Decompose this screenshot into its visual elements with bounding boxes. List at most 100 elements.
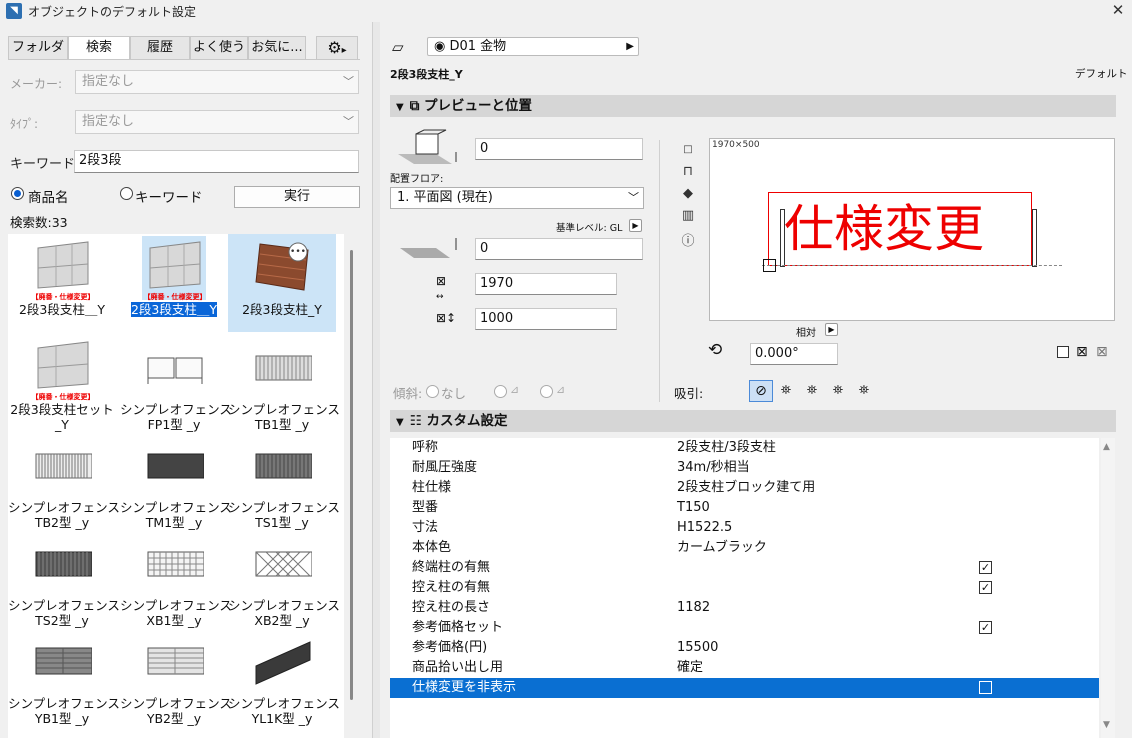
keyword-input[interactable]: 2段3段: [74, 150, 359, 173]
table-row[interactable]: 柱仕様 2段支柱ブロック建て用: [390, 478, 1099, 498]
execute-button[interactable]: 実行: [234, 186, 360, 208]
slope-option-radio[interactable]: [540, 385, 553, 398]
view-3d-icon[interactable]: ◆: [680, 186, 696, 202]
item-caption: 2段3段支柱セット _Y: [10, 402, 114, 432]
list-item[interactable]: シンプレオフェンス TB1型 _y: [228, 334, 340, 432]
fence-thumbnail: [255, 551, 312, 577]
scrollbar[interactable]: [350, 250, 353, 700]
snap-center-icon[interactable]: ⛯: [778, 383, 794, 399]
scroll-down-icon[interactable]: ▼: [1103, 720, 1110, 730]
view-2d-icon[interactable]: □: [680, 142, 696, 158]
tab-search[interactable]: 検索: [68, 36, 130, 60]
item-caption: シンプレオフェンス TB1型 _y: [228, 402, 340, 432]
mirror-alt-icon[interactable]: ⊠: [1096, 344, 1108, 360]
table-row[interactable]: 耐風圧強度 34m/秒相当: [390, 458, 1099, 478]
view-section-icon[interactable]: ▥: [680, 208, 696, 224]
close-icon[interactable]: ✕: [1108, 0, 1128, 20]
table-row[interactable]: 参考価格セット ✓: [390, 618, 1099, 638]
row-key: 控え柱の有無: [412, 580, 491, 595]
maker-select[interactable]: 指定なし ﹀: [75, 70, 359, 94]
table-row[interactable]: 終端柱の有無 ✓: [390, 558, 1099, 578]
list-item[interactable]: シンプレオフェンス TS1型 _y: [228, 432, 340, 530]
scrollbar[interactable]: ▲ ▼: [1101, 438, 1115, 738]
slope-none-radio[interactable]: [426, 385, 439, 398]
table-row[interactable]: 寸法 H1522.5: [390, 518, 1099, 538]
view-plan-icon[interactable]: ⊓: [680, 164, 696, 180]
table-row[interactable]: 型番 T150: [390, 498, 1099, 518]
row-key: 型番: [412, 500, 439, 515]
post-left: [780, 209, 785, 267]
preview-icon: ⧉: [409, 98, 420, 114]
list-item[interactable]: 【廃番・仕様変更】 2段3段支柱＿Y: [120, 234, 228, 332]
list-item[interactable]: 【廃番・仕様変更】 2段3段支柱＿Y: [8, 234, 116, 332]
list-item[interactable]: シンプレオフェンス TB2型 _y: [8, 432, 120, 530]
table-row[interactable]: 控え柱の長さ 1182: [390, 598, 1099, 618]
panel-splitter[interactable]: [372, 22, 380, 738]
relative-label: 相対: [796, 328, 816, 339]
list-item[interactable]: シンプレオフェンス YL1K型 _y: [228, 628, 340, 726]
fence-thumbnail: [147, 551, 204, 577]
item-caption: 2段3段支柱＿Y: [18, 302, 106, 317]
table-row[interactable]: 参考価格(円) 15500: [390, 638, 1099, 658]
list-item[interactable]: シンプレオフェンス YB2型 _y: [120, 628, 232, 726]
radio-keyword[interactable]: [120, 187, 133, 200]
mirror-icon[interactable]: ⊠: [1076, 344, 1088, 360]
tab-folder[interactable]: フォルダ: [8, 36, 68, 60]
row-checkbox[interactable]: [979, 681, 992, 694]
origin-marker: [763, 259, 776, 272]
fence-thumbnail: [255, 453, 312, 479]
elevation-input[interactable]: 0: [475, 238, 643, 260]
tab-history[interactable]: 履歴: [130, 36, 190, 60]
width-input[interactable]: 1970: [475, 273, 617, 295]
row-key: 参考価格(円): [412, 640, 488, 655]
tab-favorites[interactable]: お気に...: [248, 36, 306, 60]
gear-icon[interactable]: ⚙▸: [316, 36, 358, 60]
offset-input[interactable]: 0: [475, 138, 643, 160]
radio-product-name[interactable]: [11, 187, 24, 200]
row-checkbox[interactable]: ✓: [979, 581, 992, 594]
snap-right-icon[interactable]: ⛯: [830, 383, 846, 399]
table-row[interactable]: 仕様変更を非表示: [390, 678, 1099, 698]
list-item[interactable]: 【廃番・仕様変更】 2段3段支柱セット _Y: [8, 334, 116, 432]
snap-base-icon[interactable]: ⛯: [856, 383, 872, 399]
item-caption: 2段3段支柱_Y: [242, 302, 322, 317]
list-item[interactable]: シンプレオフェンス TS2型 _y: [8, 530, 120, 628]
angle-input[interactable]: 0.000°: [750, 343, 838, 365]
scroll-up-icon[interactable]: ▲: [1103, 442, 1110, 452]
tab-frequent[interactable]: よく使う: [190, 36, 248, 60]
list-item[interactable]: ••• 2段3段支柱_Y: [228, 234, 336, 332]
floor-select[interactable]: 1. 平面図 (現在) ﹀: [390, 187, 644, 209]
height-input[interactable]: 1000: [475, 308, 617, 330]
list-item[interactable]: シンプレオフェンス FP1型 _y: [120, 334, 232, 432]
list-item[interactable]: シンプレオフェンス XB2型 _y: [228, 530, 340, 628]
list-item[interactable]: シンプレオフェンス TM1型 _y: [120, 432, 232, 530]
fence-thumbnail: [37, 241, 89, 289]
section-custom-header[interactable]: ▼ ☷ カスタム設定: [390, 410, 1116, 432]
item-caption: シンプレオフェンス FP1型 _y: [120, 402, 232, 432]
preview-size-label: 1970×500: [712, 140, 760, 150]
table-row[interactable]: 商品拾い出し用 確定: [390, 658, 1099, 678]
chevron-right-icon[interactable]: ▶: [825, 323, 838, 336]
section-preview-header[interactable]: ▼ ⧉ プレビューと位置: [390, 95, 1116, 117]
table-row[interactable]: 控え柱の有無 ✓: [390, 578, 1099, 598]
slope-option-radio[interactable]: [494, 385, 507, 398]
info-icon[interactable]: ⓘ: [680, 234, 696, 250]
list-item[interactable]: シンプレオフェンス XB1型 _y: [120, 530, 232, 628]
mirror-checkbox[interactable]: [1057, 346, 1069, 358]
list-item[interactable]: シンプレオフェンス YB1型 _y: [8, 628, 120, 726]
collapse-arrow-icon: ▼: [396, 417, 404, 428]
type-select[interactable]: 指定なし ﹀: [75, 110, 359, 134]
snap-off-icon[interactable]: ⊘: [749, 380, 773, 402]
row-checkbox[interactable]: ✓: [979, 621, 992, 634]
slope-icon: ⊿: [510, 383, 520, 396]
chevron-right-icon[interactable]: ▶: [629, 219, 642, 232]
item-caption: シンプレオフェンス XB1型 _y: [120, 598, 232, 628]
layer-select[interactable]: ◉ D01 金物 ▶: [427, 37, 639, 56]
spec-change-text: 仕様変更: [784, 200, 984, 258]
row-checkbox[interactable]: ✓: [979, 561, 992, 574]
table-row[interactable]: 本体色 カームブラック: [390, 538, 1099, 558]
floor-value: 1. 平面図 (現在): [397, 190, 493, 205]
table-row[interactable]: 呼称 2段支柱/3段支柱: [390, 438, 1099, 458]
elevation-icon: [400, 238, 457, 258]
snap-left-icon[interactable]: ⛯: [804, 383, 820, 399]
